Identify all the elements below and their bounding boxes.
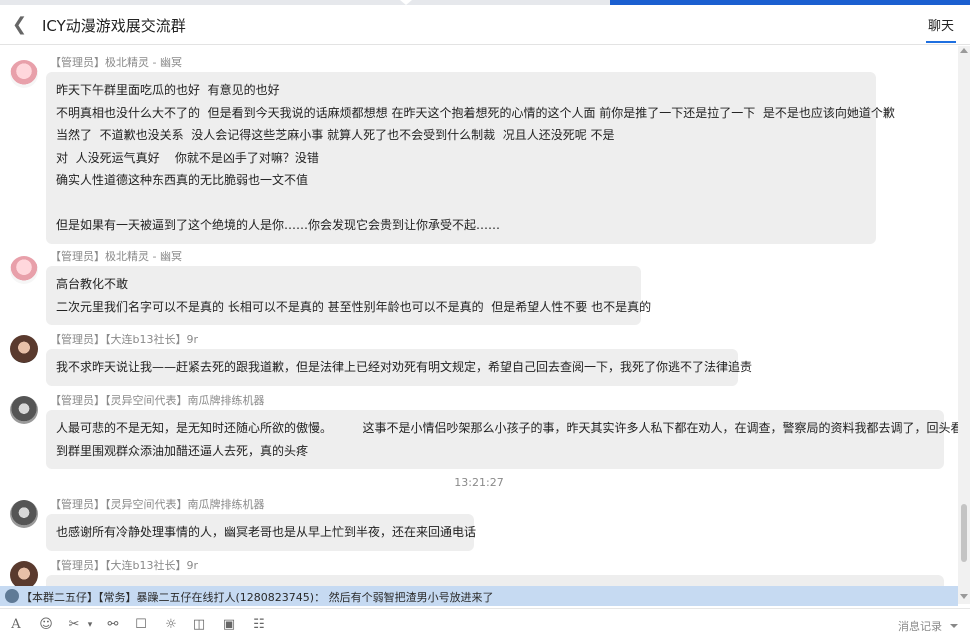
folder-icon[interactable]: ◫	[191, 617, 207, 633]
avatar[interactable]	[10, 60, 38, 88]
font-icon[interactable]: A	[8, 617, 24, 633]
group-notice-bar[interactable]: 【本群二五仔】【常务】暴躁二五仔在线打人(1280823745)： 然后有个弱智…	[0, 586, 958, 606]
message-bubble[interactable]: 人最可悲的不是无知，是无知时还随心所欲的傲慢。 这事不是小情侣吵架那么小孩子的事…	[46, 410, 958, 469]
message-line: 高台教化不敢	[56, 277, 129, 291]
group-title: ICY动漫游戏展交流群	[42, 17, 186, 35]
sender-name[interactable]: 【管理员】【大连b13社长】9r	[50, 557, 198, 573]
avatar[interactable]	[10, 396, 38, 424]
sender-name[interactable]: 【管理员】极北精灵 - 幽冥	[50, 54, 182, 70]
notice-text: 【本群二五仔】【常务】暴躁二五仔在线打人(1280823745)： 然后有个弱智…	[21, 591, 494, 604]
message-line: 人最可悲的不是无知，是无知时还随心所欲的傲慢。 这事不是小情侣吵架那么小孩子的事…	[56, 421, 958, 435]
chat-history[interactable]: 【管理员】极北精灵 - 幽冥 昨天下午群里面吃瓜的也好 有意见的也好 不明真相也…	[0, 46, 958, 586]
sender-name[interactable]: 【管理员】【灵异空间代表】南瓜牌排练机器	[50, 496, 265, 512]
message-line: 但是如果有一天被逼到了这个绝境的人是你……你会发现它会贵到让你承受不起……	[56, 218, 501, 232]
sender-name[interactable]: 【管理员】【大连b13社长】9r	[50, 331, 198, 347]
notice-avatar-icon	[5, 589, 19, 603]
tab-chat-underline	[926, 41, 956, 43]
message-line	[56, 192, 866, 215]
message-bubble[interactable]: 高台教化不敢 二次元里我们名字可以不是真的 长相可以不是真的 甚至性别年龄也可以…	[46, 266, 652, 325]
calendar-icon[interactable]: ☷	[251, 617, 267, 633]
message-line: 当然了 不道歉也没关系 没人会记得这些芝麻小事 就算人死了也不会受到什么制裁 况…	[56, 128, 615, 142]
shake-icon[interactable]: ☼	[163, 617, 179, 633]
avatar[interactable]	[10, 335, 38, 363]
chevron-down-icon[interactable]: ▾	[82, 617, 98, 633]
message-bubble[interactable]	[46, 575, 944, 586]
message-timestamp: 13:21:27	[454, 476, 504, 489]
message-bubble[interactable]: 昨天下午群里面吃瓜的也好 有意见的也好 不明真相也没什么大不了的 但是看到今天我…	[46, 72, 895, 244]
message-line: 对 人没死运气真好 你就不是凶手了对嘛？没错	[56, 150, 319, 165]
message-line: 也感谢所有冷静处理事情的人，幽冥老哥也是从早上忙到半夜，还在来回通电话	[56, 525, 477, 539]
chat-scrollbar[interactable]	[958, 46, 970, 604]
scroll-up-icon[interactable]	[960, 48, 968, 53]
message-bubble[interactable]: 我不求昨天说让我——赶紧去死的跟我道歉，但是法律上已经对劝死有明文规定，希望自己…	[46, 349, 753, 386]
sender-name[interactable]: 【管理员】【灵异空间代表】南瓜牌排练机器	[50, 392, 265, 408]
message-line: 二次元里我们名字可以不是真的 长相可以不是真的 甚至性别年龄也可以不是真的 但是…	[56, 299, 652, 314]
message-line: 确实人性道德这种东西真的无比脆弱也一文不值	[56, 173, 309, 187]
message-line: 到群里围观群众添油加醋还逼人去死，真的头疼	[56, 443, 309, 458]
message-line: 昨天下午群里面吃瓜的也好 有意见的也好	[56, 83, 280, 97]
avatar[interactable]	[10, 256, 38, 284]
message-history-button[interactable]: 消息记录	[898, 618, 942, 634]
history-dropdown-icon[interactable]	[950, 624, 958, 628]
sticker-icon[interactable]: ☐	[133, 617, 149, 633]
scroll-thumb[interactable]	[961, 504, 967, 562]
title-bar: ❮ ICY动漫游戏展交流群 聊天	[0, 5, 970, 45]
image-icon[interactable]: ▣	[221, 617, 237, 633]
microphone-icon[interactable]: ⚯	[105, 617, 121, 633]
avatar[interactable]	[10, 561, 38, 586]
avatar[interactable]	[10, 500, 38, 528]
message-line: 不明真相也没什么大不了的 但是看到今天我说的话麻烦都想想 在昨天这个抱着想死的心…	[56, 105, 895, 120]
message-bubble[interactable]: 也感谢所有冷静处理事情的人，幽冥老哥也是从早上忙到半夜，还在来回通电话	[46, 514, 477, 551]
emoji-icon[interactable]: ☺	[38, 617, 54, 633]
scroll-down-icon[interactable]	[960, 594, 968, 599]
tab-chat[interactable]: 聊天	[928, 15, 954, 34]
scissors-icon[interactable]: ✂	[66, 617, 82, 633]
back-arrow-icon[interactable]: ❮	[12, 15, 28, 35]
message-line: 我不求昨天说让我——赶紧去死的跟我道歉，但是法律上已经对劝死有明文规定，希望自己…	[56, 360, 753, 374]
input-toolbar: A ☺ ✂ ▾ ⚯ ☐ ☼ ◫ ▣ ☷ 消息记录	[0, 608, 970, 640]
sender-name[interactable]: 【管理员】极北精灵 - 幽冥	[50, 248, 182, 264]
